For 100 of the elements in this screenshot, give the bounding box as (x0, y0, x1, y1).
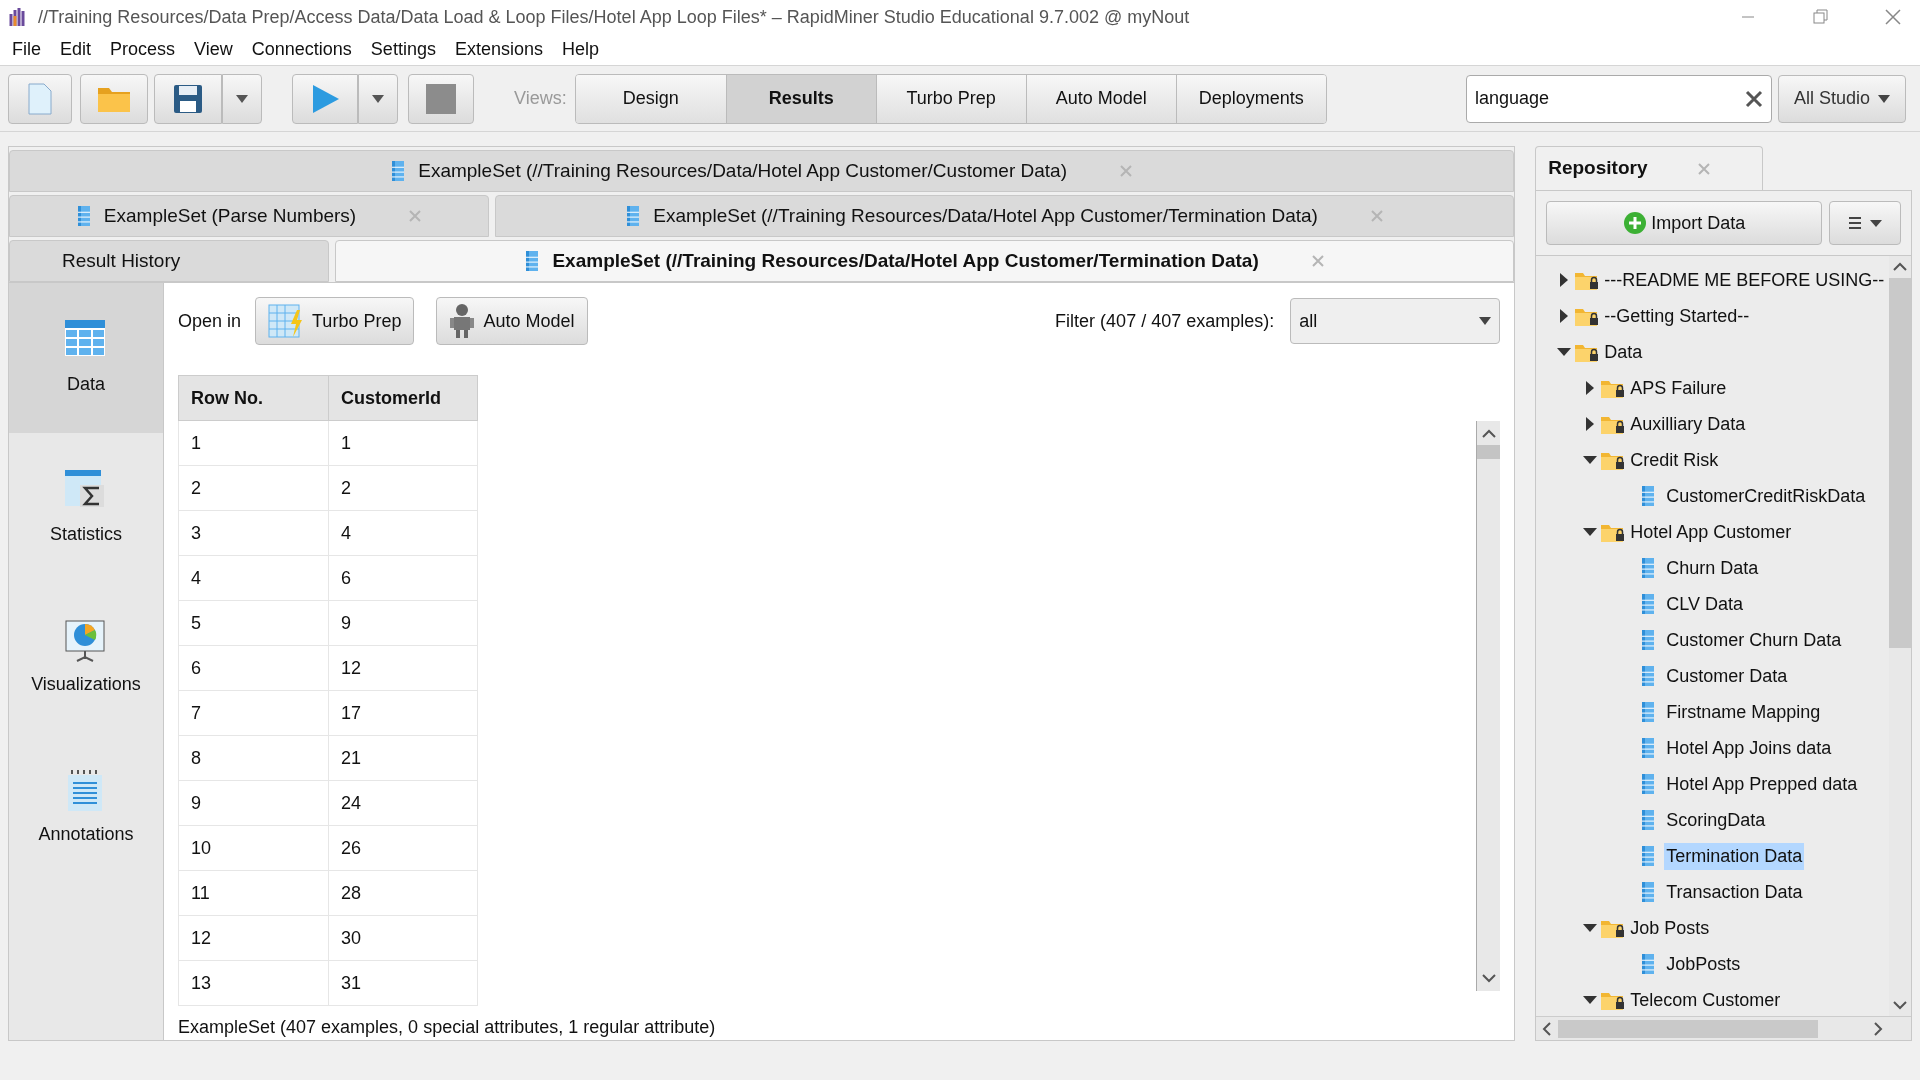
tree-folder[interactable]: Job Posts (1628, 914, 1712, 942)
stop-button[interactable] (408, 73, 474, 124)
dataset-icon (1640, 809, 1657, 831)
menu-item[interactable]: Settings (370, 36, 436, 63)
table-cell: 24 (328, 781, 477, 825)
vertical-scrollbar[interactable] (1889, 256, 1911, 1016)
view-tab[interactable]: Auto Model (1025, 74, 1176, 123)
run-button[interactable] (292, 73, 358, 124)
side-view-tab[interactable]: Data (9, 283, 163, 433)
open-in-button[interactable]: Turbo Prep (255, 297, 415, 345)
tree-item[interactable]: CustomerCreditRiskData (1664, 482, 1868, 510)
menu-item[interactable]: Extensions (454, 36, 543, 63)
clear-icon[interactable] (1745, 89, 1763, 108)
menu-item[interactable]: View (194, 36, 233, 63)
tree-folder[interactable]: Telecom Customer (1628, 986, 1783, 1014)
tree-item[interactable]: Transaction Data (1664, 878, 1805, 906)
table-cell-text: 2 (190, 476, 202, 500)
table-cell-text: 11 (190, 881, 211, 905)
run-dropdown-button[interactable] (358, 73, 398, 124)
column-header[interactable]: Row No. (179, 376, 328, 420)
tree-item[interactable]: JobPosts (1664, 950, 1743, 978)
table-cell: 17 (328, 691, 477, 735)
horizontal-scrollbar[interactable] (1536, 1016, 1911, 1040)
scroll-thumb[interactable] (1558, 1019, 1819, 1038)
options-menu-button[interactable] (1829, 201, 1901, 245)
scroll-thumb[interactable] (1477, 445, 1501, 459)
side-view-tab[interactable]: Annotations (9, 733, 163, 883)
caret-down-icon (236, 94, 248, 103)
tree-folder[interactable]: APS Failure (1628, 374, 1729, 402)
result-tab[interactable]: ExampleSet (//Training Resources/Data/Hotel App Customer/Termination Data) (335, 240, 1515, 282)
view-tab[interactable]: Results (725, 74, 876, 123)
menu-item[interactable]: Process (110, 36, 176, 63)
dataset-icon (1640, 629, 1657, 651)
tree-folder[interactable]: --Getting Started-- (1602, 302, 1752, 330)
tree-item[interactable]: Firstname Mapping (1664, 698, 1823, 726)
table-cell: 9 (328, 601, 477, 645)
dataset-icon (625, 205, 642, 227)
result-tab[interactable]: ExampleSet (//Training Resources/Data/Hotel App Customer/Termination Data) (495, 195, 1515, 237)
tree-folder[interactable]: Auxilliary Data (1628, 410, 1748, 438)
open-in-label: Open in (178, 309, 242, 333)
play-icon (310, 83, 340, 114)
tree-item[interactable]: Customer Churn Data (1664, 626, 1844, 654)
result-tab[interactable]: ExampleSet (Parse Numbers) (9, 195, 489, 237)
view-tab[interactable]: Design (575, 74, 726, 123)
tree-folder[interactable]: Data (1602, 338, 1645, 366)
tree-item[interactable]: Hotel App Joins data (1664, 734, 1834, 762)
dataset-icon (1640, 485, 1657, 507)
tree-item[interactable]: Churn Data (1664, 554, 1761, 582)
close-icon[interactable] (1697, 161, 1712, 176)
tree-folder[interactable]: Credit Risk (1628, 446, 1721, 474)
table-cell-text: 4 (190, 566, 202, 590)
table-cell-text: 1 (190, 431, 202, 455)
summary-text: ExampleSet (407 examples, 0 special attributes, 1 regular attribute) (178, 1016, 717, 1039)
tree-folder[interactable]: Hotel App Customer (1628, 518, 1794, 546)
table-cell-text: 3 (190, 521, 202, 545)
tree-item[interactable]: Termination Data (1664, 842, 1805, 870)
filter-label: Filter (407 / 407 examples): (1055, 309, 1275, 333)
dataset-icon (1640, 737, 1657, 759)
dataset-icon (1640, 953, 1657, 975)
tree-item[interactable]: Customer Data (1664, 662, 1790, 690)
table-cell-text: 5 (190, 611, 202, 635)
caret-down-icon (1878, 94, 1890, 103)
table-cell-text: 13 (190, 971, 213, 995)
column-header[interactable]: CustomerId (328, 376, 477, 420)
table-cell-text: 6 (190, 656, 202, 680)
side-view-tab[interactable]: Visualizations (9, 583, 163, 733)
stop-icon (426, 83, 456, 114)
tree-item[interactable]: CLV Data (1664, 590, 1745, 618)
table-cell-text: 9 (190, 791, 202, 815)
vertical-scrollbar[interactable] (1476, 421, 1501, 991)
tree-folder[interactable]: ---README ME BEFORE USING-- (1602, 266, 1887, 294)
pie-chart-easel-icon (64, 618, 108, 663)
menu-item[interactable]: File (12, 36, 41, 63)
menu-item[interactable]: Edit (60, 36, 92, 63)
open-in-button[interactable]: Auto Model (436, 297, 588, 345)
import-data-button[interactable]: Import Data (1546, 201, 1823, 245)
result-tab[interactable]: ExampleSet (//Training Resources/Data/Hotel App Customer/Customer Data) (9, 150, 1515, 192)
scope-dropdown[interactable]: All Studio (1778, 74, 1906, 123)
save-button[interactable] (154, 73, 222, 124)
table-cell: 31 (328, 961, 477, 1005)
table-cell: 26 (328, 826, 477, 870)
view-tab[interactable]: Turbo Prep (875, 74, 1026, 123)
dataset-icon (1640, 593, 1657, 615)
caret-down-icon (1479, 317, 1492, 325)
repository-tab[interactable]: Repository (1535, 146, 1764, 190)
save-dropdown-button[interactable] (222, 73, 262, 124)
tree-item[interactable]: Hotel App Prepped data (1664, 770, 1860, 798)
open-folder-button[interactable] (80, 73, 148, 124)
result-tab[interactable]: Result History (9, 240, 329, 282)
side-view-tab[interactable]: Statistics (9, 433, 163, 583)
close-icon[interactable] (1310, 254, 1325, 268)
table-cell: 1 (328, 421, 477, 465)
filter-dropdown[interactable]: all (1290, 298, 1501, 344)
menu-item[interactable]: Connections (251, 36, 352, 63)
tree-item[interactable]: ScoringData (1664, 806, 1768, 834)
scroll-thumb[interactable] (1889, 278, 1911, 648)
view-tab[interactable]: Deployments (1175, 74, 1326, 123)
new-file-button[interactable] (8, 73, 72, 124)
dataset-icon (1640, 881, 1657, 903)
menu-item[interactable]: Help (561, 36, 599, 63)
